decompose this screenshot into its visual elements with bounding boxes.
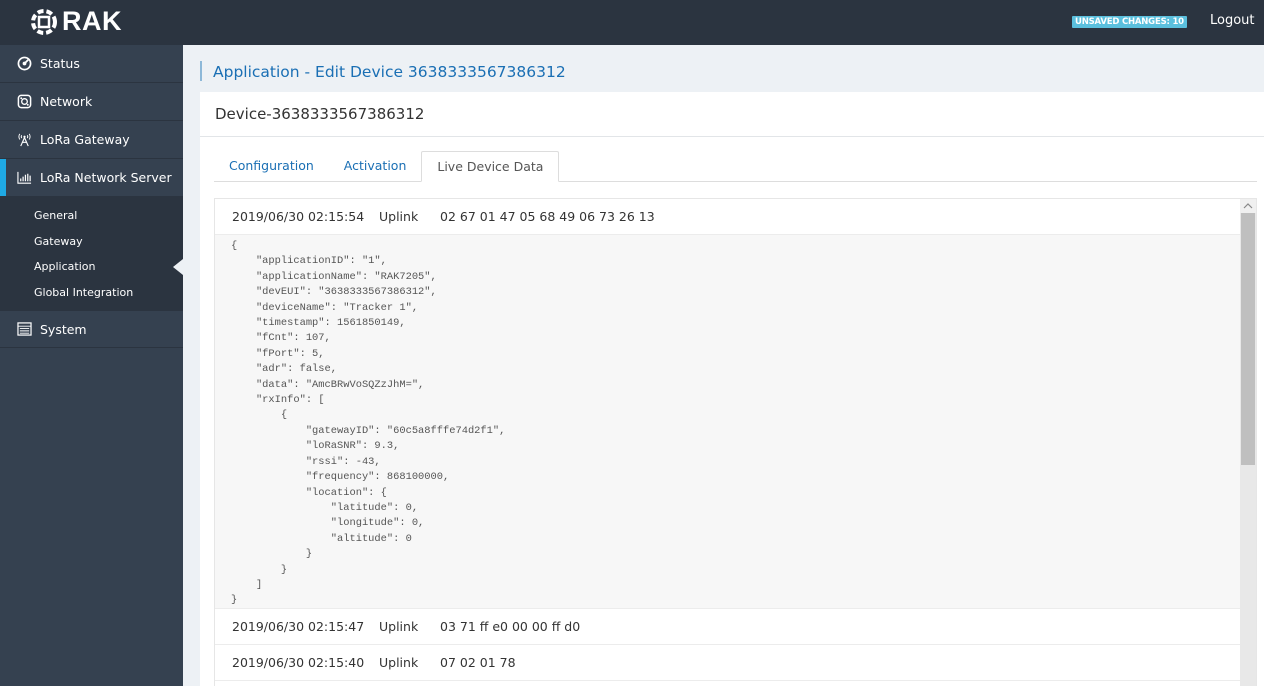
frame-timestamp: 2019/06/30 02:15:47 — [232, 619, 365, 634]
antenna-icon — [15, 131, 33, 149]
scrollbar-thumb[interactable] — [1241, 213, 1255, 465]
chevron-up-icon — [1243, 203, 1253, 209]
sidebar-subitem-global-integration[interactable]: Global Integration — [0, 280, 183, 306]
scrollbar[interactable] — [1240, 199, 1256, 686]
sidebar-subnav: General Gateway Application Global Integ… — [0, 197, 183, 310]
unsaved-changes-badge[interactable]: UNSAVED CHANGES: 10 — [1072, 16, 1187, 28]
tab-configuration[interactable]: Configuration — [214, 151, 329, 182]
sidebar-item-network[interactable]: Network — [0, 83, 183, 121]
logout-link[interactable]: Logout — [1210, 13, 1255, 28]
frame-payload: 07 02 01 78 — [440, 655, 516, 670]
frame-payload: 02 67 01 47 05 68 49 06 73 26 13 — [440, 209, 655, 224]
sidebar-item-label: Network — [40, 94, 93, 109]
sidebar-subitem-general[interactable]: General — [0, 203, 183, 229]
tab-live-device-data[interactable]: Live Device Data — [421, 151, 560, 182]
frame-direction: Uplink — [379, 619, 419, 634]
network-icon — [15, 93, 33, 111]
frame-payload: 03 71 ff e0 00 00 ff d0 — [440, 619, 581, 634]
frame-row[interactable]: 2019/06/30 02:15:40 Uplink 07 02 01 78 — [215, 645, 1256, 681]
rak-logo[interactable]: RAK — [28, 6, 122, 37]
sidebar-item-label: LoRa Gateway — [40, 132, 130, 147]
tab-activation[interactable]: Activation — [329, 151, 422, 182]
sidebar-item-label: System — [40, 321, 87, 337]
sidebar-item-status[interactable]: Status — [0, 45, 183, 83]
list-icon — [15, 320, 33, 338]
sidebar: Status Network LoRa Gateway LoRa Network… — [0, 45, 183, 686]
sidebar-item-label: Status — [40, 56, 80, 71]
scroll-up-button[interactable] — [1240, 199, 1256, 213]
sidebar-subitem-gateway[interactable]: Gateway — [0, 229, 183, 255]
top-bar: RAK UNSAVED CHANGES: 10 Logout — [0, 0, 1264, 45]
device-card: Device-3638333567386312 Configuration Ac… — [200, 92, 1264, 686]
gauge-icon — [15, 55, 33, 73]
device-title: Device-3638333567386312 — [200, 92, 1264, 137]
frame-row[interactable]: 2019/06/30 02:15:47 Uplink 03 71 ff e0 0… — [215, 609, 1256, 645]
page-title: Application - Edit Device 36383335673863… — [200, 61, 566, 81]
live-data-panel: 2019/06/30 02:15:54 Uplink 02 67 01 47 0… — [214, 198, 1257, 686]
bar-chart-icon — [15, 169, 33, 187]
rak-logo-icon — [31, 8, 57, 35]
frame-timestamp: 2019/06/30 02:15:54 — [232, 209, 365, 224]
sidebar-item-system[interactable]: System — [0, 310, 183, 348]
sidebar-item-lora-gateway[interactable]: LoRa Gateway — [0, 121, 183, 159]
sidebar-subitem-application[interactable]: Application — [0, 254, 183, 280]
frame-row[interactable]: 2019/06/30 02:15:54 Uplink 02 67 01 47 0… — [215, 199, 1256, 235]
brand-name: RAK — [62, 6, 122, 36]
frame-timestamp: 2019/06/30 02:15:40 — [232, 655, 365, 670]
main-content: Application - Edit Device 36383335673863… — [183, 45, 1264, 686]
sidebar-item-label: LoRa Network Server — [40, 170, 172, 185]
frame-direction: Uplink — [379, 209, 419, 224]
sidebar-item-lora-network-server[interactable]: LoRa Network Server — [0, 159, 183, 197]
frame-direction: Uplink — [379, 655, 419, 670]
frame-json-detail: { "applicationID": "1", "applicationName… — [215, 235, 1256, 609]
device-tabs: Configuration Activation Live Device Dat… — [214, 151, 1257, 182]
